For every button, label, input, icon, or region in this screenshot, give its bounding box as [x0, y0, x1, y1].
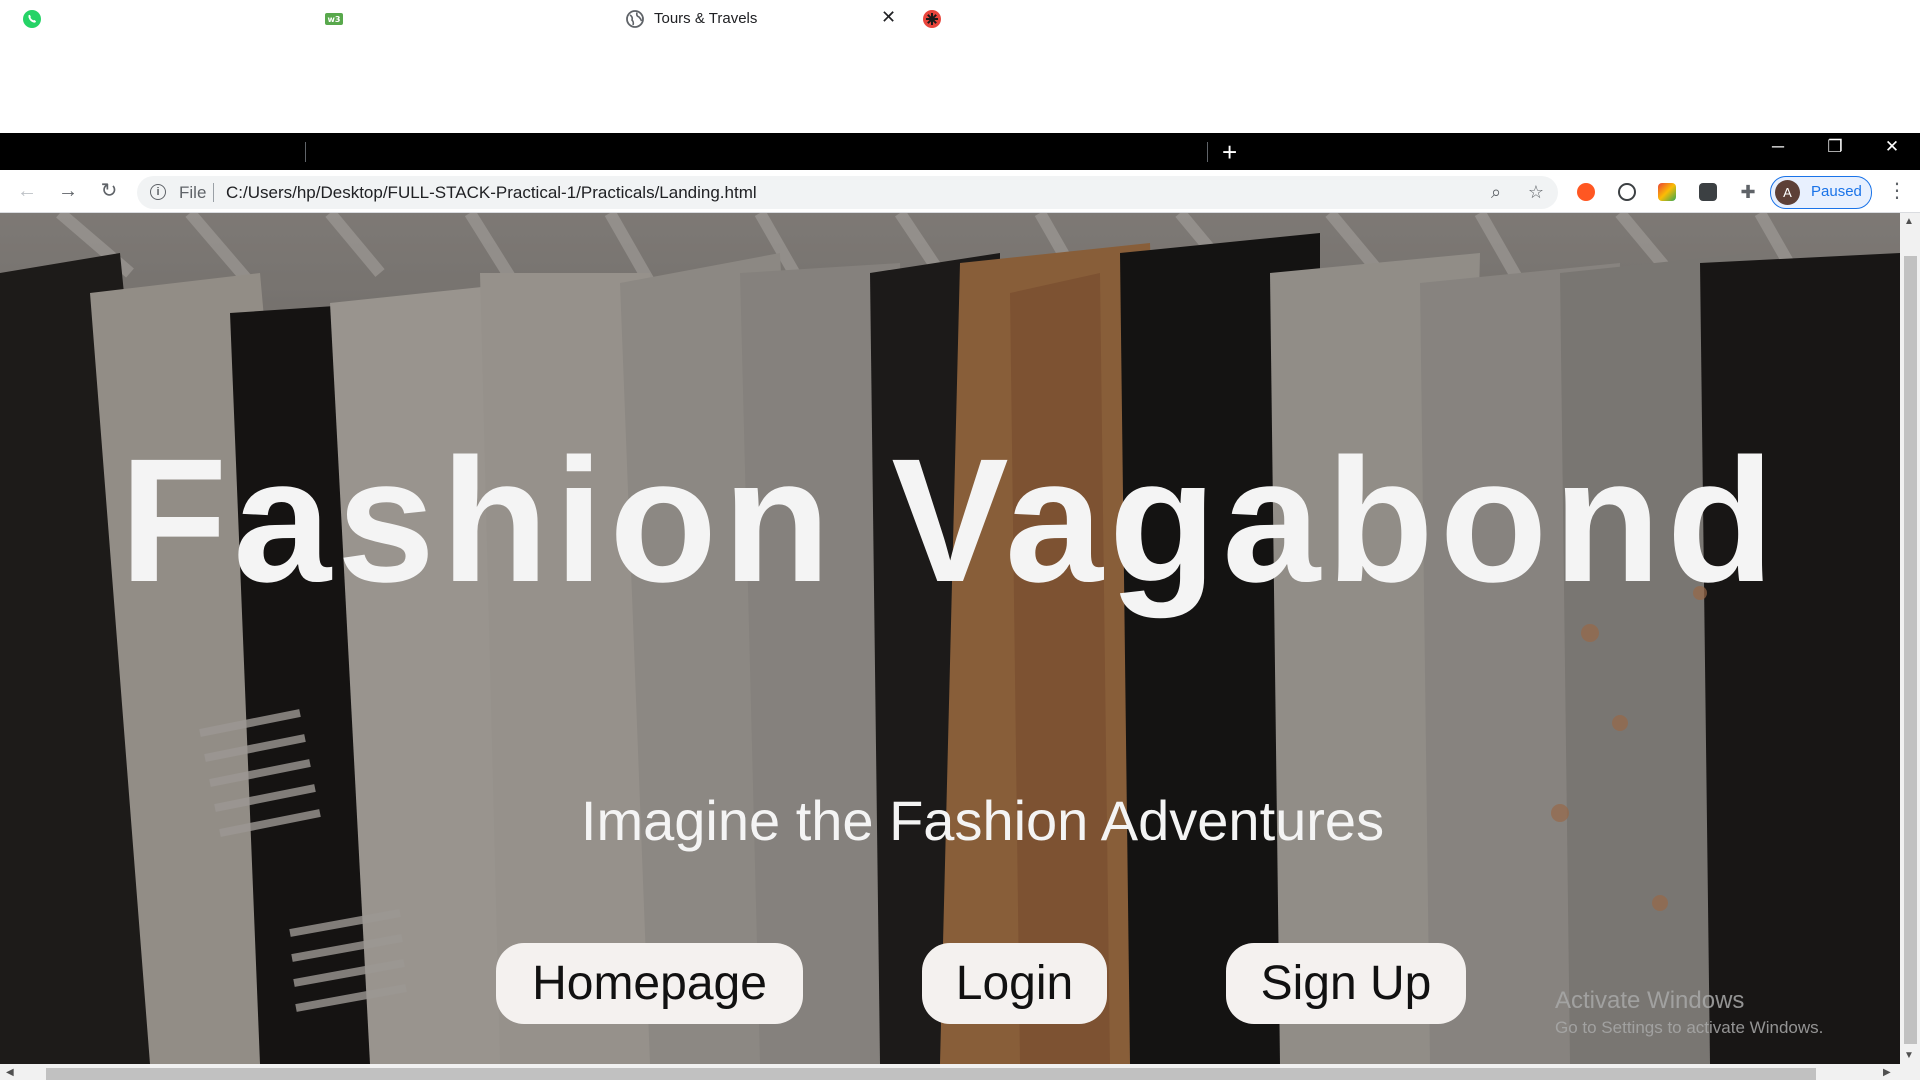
close-window-icon[interactable]: ✕: [1877, 137, 1907, 157]
scroll-down-arrow-icon[interactable]: ▼: [1904, 1050, 1914, 1061]
hero-tagline: Imagine the Fashion Adventures: [580, 789, 1385, 852]
close-tab-icon[interactable]: ✕: [283, 7, 298, 27]
menu-kebab-icon[interactable]: ⋮: [1887, 178, 1907, 203]
forward-arrow-icon[interactable]: →: [55, 178, 81, 204]
extension-honey-icon[interactable]: [1577, 183, 1595, 201]
tab-title: WhatsApp: [55, 10, 125, 27]
zoom-icon[interactable]: ⌕: [1485, 181, 1507, 203]
tab-title: Tours & Travels: [654, 10, 758, 27]
close-tab-icon[interactable]: ✕: [881, 7, 896, 27]
signup-button[interactable]: Sign Up: [1226, 943, 1466, 1024]
tab-separator: [1207, 142, 1208, 162]
url-scheme-label: File: [179, 183, 207, 202]
avatar: A: [1775, 180, 1800, 205]
page-viewport: Fashion Vagabond Imagine the Fashion Adv…: [0, 213, 1900, 1064]
tab-tours-travels[interactable]: Tours & Travels ✕: [608, 0, 905, 37]
scroll-left-arrow-icon[interactable]: ◀: [6, 1067, 14, 1078]
profile-status: Paused: [1811, 183, 1862, 200]
tab-title: Perfect Full Page Background Ima: [952, 10, 1172, 27]
new-tab-button[interactable]: +: [1222, 139, 1237, 165]
globe-icon: [626, 10, 644, 28]
clothes-rack-background-image: [0, 213, 1900, 1064]
restore-icon[interactable]: ❐: [1820, 137, 1850, 157]
url-text[interactable]: C:/Users/hp/Desktop/FULL-STACK-Practical…: [226, 183, 757, 203]
extension-speedometer-icon[interactable]: [1618, 183, 1636, 201]
activate-windows-title: Activate Windows: [1555, 987, 1745, 1014]
tab-whatsapp[interactable]: WhatsApp ✕: [0, 0, 305, 37]
tab-strip: [0, 133, 1920, 170]
horizontal-scrollbar-thumb[interactable]: [46, 1068, 1816, 1080]
hero-title: Fashion Vagabond: [119, 423, 1781, 619]
back-arrow-icon[interactable]: ←: [14, 178, 40, 204]
tab-perfect-full-page[interactable]: Perfect Full Page Background Ima ✕: [905, 0, 1205, 37]
scroll-right-arrow-icon[interactable]: ▶: [1883, 1067, 1891, 1078]
extensions-puzzle-icon[interactable]: ✚: [1737, 181, 1759, 203]
close-tab-icon[interactable]: ✕: [1180, 7, 1195, 27]
bookmark-star-icon[interactable]: ☆: [1525, 181, 1547, 203]
vertical-scrollbar-thumb[interactable]: [1904, 256, 1917, 1044]
tab-separator: [305, 142, 306, 162]
homepage-button[interactable]: Homepage: [496, 943, 803, 1024]
profile-button[interactable]: A Paused: [1770, 176, 1872, 209]
reload-icon[interactable]: ↻: [96, 178, 122, 204]
html-images-icon: w3: [325, 13, 343, 25]
whatsapp-icon: [23, 10, 41, 28]
svg-text:w3: w3: [328, 15, 341, 24]
login-button[interactable]: Login: [922, 943, 1107, 1024]
minimize-icon[interactable]: ─: [1763, 137, 1793, 157]
activate-windows-subtitle: Go to Settings to activate Windows.: [1555, 1018, 1824, 1037]
css-tricks-icon: [923, 10, 941, 28]
extension-screenshot-icon[interactable]: [1658, 183, 1676, 201]
close-tab-icon[interactable]: ✕: [583, 7, 598, 27]
tab-html-images[interactable]: w3 HTML Images ✕: [305, 0, 608, 37]
tab-title: HTML Images: [355, 10, 449, 27]
extension-cube-icon[interactable]: [1699, 183, 1717, 201]
info-icon[interactable]: i: [150, 184, 166, 200]
url-scheme-separator: [213, 183, 214, 202]
scroll-up-arrow-icon[interactable]: ▲: [1904, 216, 1914, 227]
